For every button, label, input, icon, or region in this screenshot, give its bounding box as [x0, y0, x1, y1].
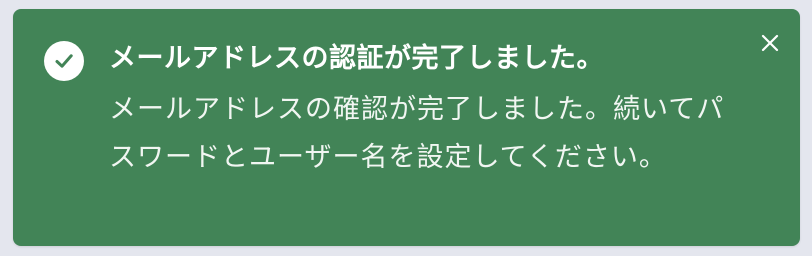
close-icon[interactable]	[761, 34, 779, 52]
toast-title: メールアドレスの認証が完了しました。	[109, 43, 604, 74]
close-button[interactable]	[754, 27, 786, 59]
check-circle-icon	[44, 41, 84, 81]
success-toast: メールアドレスの認証が完了しました。 メールアドレスの確認が完了しました。続いて…	[13, 9, 800, 246]
toast-message: メールアドレスの確認が完了しました。続いてパスワードとユーザー名を設定してくださ…	[109, 94, 725, 173]
